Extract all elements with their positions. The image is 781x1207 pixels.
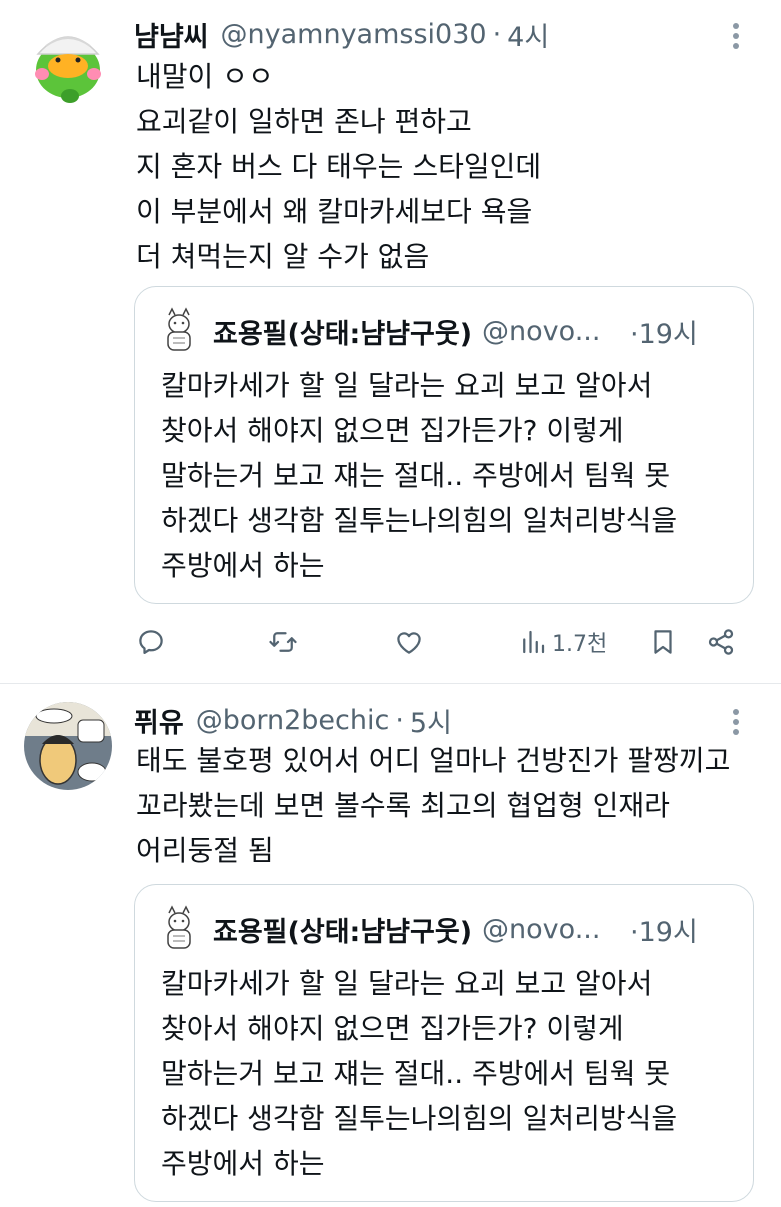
quoted-avatar <box>159 307 199 355</box>
quoted-author-name: 죠용필(상태:냠냠구웃) <box>213 318 473 350</box>
bar-chart-icon <box>523 630 545 654</box>
share-icon <box>708 629 734 655</box>
heart-icon <box>397 632 421 654</box>
quoted-author-handle: @novo... <box>482 315 601 347</box>
author-handle[interactable]: @nyamnyamssi030 <box>221 19 487 50</box>
views-count: 1.7천 <box>552 632 608 657</box>
quoted-timestamp: ·19시 <box>630 318 698 350</box>
comic-avatar-image <box>24 702 112 790</box>
quoted-avatar <box>159 905 199 953</box>
tweet-text: 태도 불호평 있어서 어디 얼마나 건방진가 팔짱끼고 꼬라봤는데 보면 볼수록… <box>136 744 731 867</box>
bookmark-button[interactable] <box>648 620 678 664</box>
duck-avatar-image <box>24 16 112 104</box>
more-options-button[interactable] <box>716 16 756 56</box>
retweet-icon <box>269 632 297 652</box>
doodle-avatar-image <box>167 905 191 949</box>
author-name[interactable]: 퓌유 <box>134 701 184 740</box>
reply-icon <box>139 630 163 654</box>
bookmark-icon <box>654 630 672 654</box>
author-handle[interactable]: @born2bechic <box>196 705 390 736</box>
avatar[interactable] <box>24 702 112 790</box>
like-button[interactable] <box>394 620 424 664</box>
quoted-timestamp: ·19시 <box>630 916 698 948</box>
quoted-author-handle: @novo... <box>482 913 601 945</box>
quoted-author-name: 죠용필(상태:냠냠구웃) <box>213 916 473 948</box>
quoted-text: 칼마카세가 할 일 달라는 요괴 보고 알아서 찾아서 해야지 없으면 집가든가… <box>161 369 678 582</box>
tweet[interactable]: 냠냠씨 @nyamnyamssi030 · 4시 내말이 ㅇㅇ 요괴같이 일하면… <box>0 0 781 684</box>
quoted-text: 칼마카세가 할 일 달라는 요괴 보고 알아서 찾아서 해야지 없으면 집가든가… <box>161 967 678 1180</box>
more-vertical-icon <box>733 709 739 735</box>
author-name[interactable]: 냠냠씨 <box>134 15 209 54</box>
tweet-header: 냠냠씨 @nyamnyamssi030 · 4시 <box>134 15 549 54</box>
tweet-text: 내말이 ㅇㅇ 요괴같이 일하면 존나 편하고 지 혼자 버스 다 태우는 스타일… <box>136 60 542 273</box>
doodle-avatar-image <box>167 307 191 351</box>
timestamp[interactable]: 5시 <box>410 701 452 740</box>
tweet[interactable]: 퓌유 @born2bechic · 5시 태도 불호평 있어서 어디 얼마나 건… <box>0 684 781 1207</box>
more-vertical-icon <box>733 23 739 49</box>
views-button[interactable]: 1.7천 <box>518 620 607 664</box>
more-options-button[interactable] <box>716 702 756 742</box>
action-bar: 1.7천 <box>134 620 754 664</box>
quoted-header: 죠용필(상태:냠냠구웃) @novo... ·19시 <box>213 311 743 351</box>
separator-dot: · <box>492 18 502 50</box>
share-button[interactable] <box>706 620 736 664</box>
avatar[interactable] <box>24 16 112 104</box>
retweet-button[interactable] <box>268 620 298 664</box>
quoted-tweet[interactable]: 죠용필(상태:냠냠구웃) @novo... ·19시 칼마카세가 할 일 달라는… <box>134 884 754 1202</box>
separator-dot: · <box>395 704 404 736</box>
tweet-header: 퓌유 @born2bechic · 5시 <box>134 701 452 740</box>
timestamp[interactable]: 4시 <box>507 15 549 54</box>
reply-button[interactable] <box>136 620 166 664</box>
quoted-tweet[interactable]: 죠용필(상태:냠냠구웃) @novo... ·19시 칼마카세가 할 일 달라는… <box>134 286 754 604</box>
quoted-header: 죠용필(상태:냠냠구웃) @novo... ·19시 <box>213 909 743 949</box>
